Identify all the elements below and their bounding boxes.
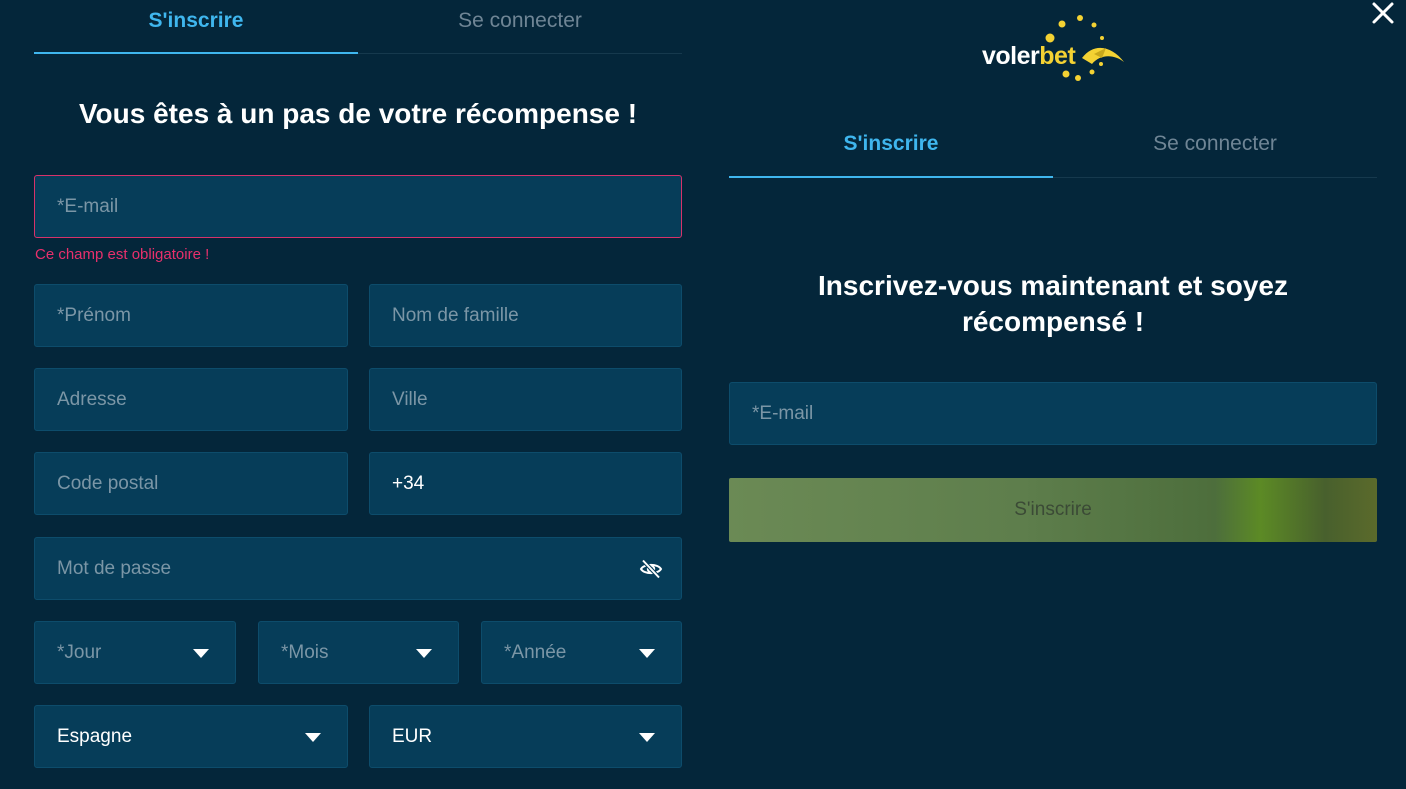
right-heading: Inscrivez-vous maintenant et soyez récom… xyxy=(729,268,1377,340)
postal-code-field[interactable] xyxy=(34,452,348,515)
phone-prefix-value: +34 xyxy=(392,472,425,494)
close-icon[interactable] xyxy=(1370,0,1396,26)
email-input[interactable] xyxy=(57,195,659,218)
tab-register[interactable]: S'inscrire xyxy=(34,0,358,54)
phone-field[interactable]: +34 xyxy=(369,452,682,515)
logo-wordmark: volerbet xyxy=(982,42,1076,71)
registration-page: S'inscrire Se connecter Vous êtes à un p… xyxy=(0,0,1406,789)
last-name-input[interactable] xyxy=(392,304,659,327)
left-tabs: S'inscrire Se connecter xyxy=(34,0,682,54)
tab-login[interactable]: Se connecter xyxy=(1053,122,1377,177)
right-heading-line-1: Inscrivez-vous maintenant et soyez xyxy=(818,270,1288,301)
month-select-placeholder: *Mois xyxy=(281,641,329,663)
address-field[interactable] xyxy=(34,368,348,431)
right-email-field[interactable] xyxy=(729,382,1377,445)
month-select[interactable]: *Mois xyxy=(258,621,459,684)
right-tabs: S'inscrire Se connecter xyxy=(729,122,1377,178)
last-name-field[interactable] xyxy=(369,284,682,347)
chevron-down-icon xyxy=(416,649,432,658)
tab-login[interactable]: Se connecter xyxy=(358,0,682,53)
right-heading-line-2: récompensé ! xyxy=(961,306,1145,337)
currency-select-value: EUR xyxy=(392,725,433,747)
eye-slash-icon[interactable] xyxy=(639,557,663,581)
address-input[interactable] xyxy=(57,388,325,411)
tab-register[interactable]: S'inscrire xyxy=(729,122,1053,178)
currency-select[interactable]: EUR xyxy=(369,705,682,768)
chevron-down-icon xyxy=(639,733,655,742)
country-select-value: Espagne xyxy=(57,725,133,747)
password-field[interactable] xyxy=(34,537,682,600)
day-select-placeholder: *Jour xyxy=(57,641,102,663)
left-heading: Vous êtes à un pas de votre récompense ! xyxy=(78,98,638,129)
day-select[interactable]: *Jour xyxy=(34,621,236,684)
postal-code-input[interactable] xyxy=(57,472,325,495)
country-select[interactable]: Espagne xyxy=(34,705,348,768)
chevron-down-icon xyxy=(305,733,321,742)
city-input[interactable] xyxy=(392,388,659,411)
chevron-down-icon xyxy=(639,649,655,658)
register-button[interactable]: S'inscrire xyxy=(729,478,1377,542)
year-select[interactable]: *Année xyxy=(481,621,682,684)
year-select-placeholder: *Année xyxy=(504,641,567,663)
email-error-message: Ce champ est obligatoire ! xyxy=(35,246,210,263)
right-email-input[interactable] xyxy=(752,402,1354,425)
password-input[interactable] xyxy=(57,557,659,580)
first-name-field[interactable] xyxy=(34,284,348,347)
first-name-input[interactable] xyxy=(57,304,325,327)
email-field[interactable] xyxy=(34,175,682,238)
volerbet-logo: volerbet xyxy=(982,14,1127,84)
chevron-down-icon xyxy=(193,649,209,658)
city-field[interactable] xyxy=(369,368,682,431)
logo-text-bet: bet xyxy=(1039,42,1076,70)
logo-text-voler: voler xyxy=(982,42,1040,70)
